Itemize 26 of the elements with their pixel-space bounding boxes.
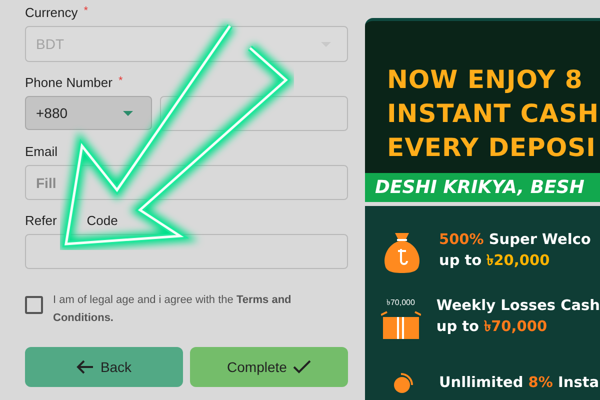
- country-code-select[interactable]: +880: [25, 96, 152, 130]
- offer-amount: up to ৳20,000: [439, 252, 551, 271]
- required-mark: *: [118, 75, 123, 89]
- offer-title: 500% Super Welco: [439, 231, 591, 250]
- field-label: Code: [86, 213, 118, 228]
- field-label: Currency: [25, 5, 78, 20]
- amount-label: ৳70,000: [386, 296, 415, 308]
- gift-box-icon: [380, 310, 421, 338]
- arrow-left-icon: [76, 359, 94, 375]
- offer-title: Weekly Losses Cash: [436, 297, 600, 316]
- field-label: Email: [25, 144, 58, 159]
- headline-text: EVERY DEPOSI: [387, 132, 597, 164]
- agree-checkbox[interactable]: [25, 296, 43, 314]
- caret-icon: [123, 110, 133, 116]
- offer-title: Unllimited 8% Insta: [439, 374, 600, 392]
- headline-text: NOW ENJOY 8: [387, 64, 584, 96]
- headline-text: INSTANT CASH: [387, 98, 600, 130]
- promo-ribbon: DESHI KRIKYA, BESH: [365, 173, 600, 202]
- required-mark: *: [84, 5, 88, 19]
- complete-button[interactable]: Complete: [190, 347, 348, 387]
- field-label: Phone Number: [25, 75, 112, 90]
- offer-amount: up to ৳70,000: [436, 318, 548, 337]
- agreement-text: I am of legal age and i agree with the Terms and Conditions.: [53, 293, 292, 326]
- back-button[interactable]: Back: [25, 347, 183, 387]
- field-label: Refer: [25, 213, 57, 228]
- checkmark-icon: [292, 359, 311, 375]
